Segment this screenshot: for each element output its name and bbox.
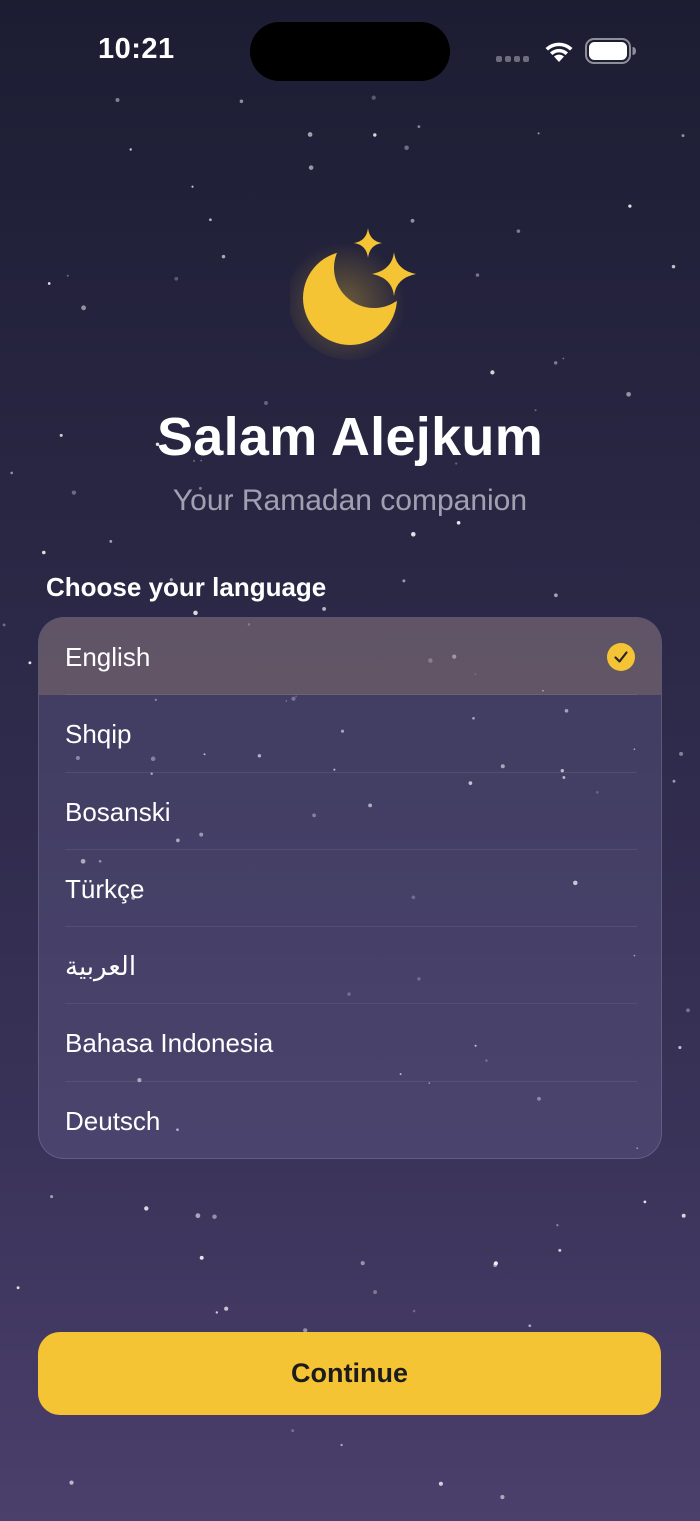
status-time: 10:21 — [98, 33, 175, 65]
language-option-label: Shqip — [65, 719, 132, 750]
continue-button[interactable]: Continue — [38, 1332, 661, 1415]
language-option-turkce[interactable]: Türkçe — [39, 850, 661, 928]
star — [2, 623, 6, 627]
star — [678, 1045, 682, 1050]
star — [672, 779, 676, 783]
star — [322, 606, 327, 611]
star — [209, 218, 212, 222]
star — [307, 132, 313, 137]
star — [191, 185, 194, 188]
language-list: English Shqip Bosanski Türkçe العربية Ba… — [38, 617, 662, 1159]
star — [195, 1213, 201, 1219]
language-option-label: Türkçe — [65, 873, 145, 904]
language-option-bahasa-indonesia[interactable]: Bahasa Indonesia — [39, 1004, 661, 1082]
star — [239, 99, 244, 104]
star — [144, 1206, 149, 1211]
star — [556, 1224, 559, 1227]
star — [438, 1481, 443, 1486]
star — [360, 1261, 365, 1266]
star — [109, 540, 113, 543]
language-option-arabic[interactable]: العربية — [39, 927, 661, 1005]
status-bar: 10:21 — [0, 0, 700, 100]
checkmark-icon — [607, 643, 635, 671]
star — [628, 204, 632, 208]
language-option-deutsch[interactable]: Deutsch — [39, 1082, 661, 1158]
star — [129, 148, 132, 151]
app-subtitle: Your Ramadan companion — [172, 484, 528, 517]
star — [42, 550, 46, 555]
star — [411, 532, 416, 537]
star — [562, 357, 565, 360]
star — [681, 1213, 686, 1218]
star — [47, 282, 51, 285]
moon-stars-icon — [290, 228, 416, 360]
language-option-label: English — [65, 642, 151, 672]
star — [553, 361, 558, 365]
star — [475, 273, 480, 277]
star — [679, 751, 684, 756]
star — [212, 1214, 217, 1219]
star — [308, 165, 314, 170]
star — [558, 1248, 562, 1252]
star — [69, 1480, 74, 1485]
star — [490, 370, 495, 375]
dynamic-island — [250, 22, 450, 81]
star — [681, 134, 685, 138]
language-option-english[interactable]: English — [39, 618, 661, 696]
language-option-label: العربية — [65, 951, 137, 982]
continue-button-label: Continue — [291, 1358, 408, 1388]
star — [10, 471, 13, 475]
star — [340, 1443, 343, 1447]
star — [174, 276, 179, 281]
star — [417, 125, 421, 128]
language-option-label: Bosanski — [65, 796, 171, 827]
star — [537, 132, 540, 135]
star — [221, 254, 226, 259]
star — [554, 593, 558, 598]
language-section-label: Choose your language — [46, 572, 327, 602]
star — [81, 305, 86, 311]
star — [402, 579, 406, 583]
star — [199, 1255, 204, 1260]
star — [528, 1324, 532, 1328]
star — [404, 145, 409, 151]
star — [671, 264, 676, 269]
language-option-label: Bahasa Indonesia — [65, 1028, 274, 1059]
star — [264, 401, 268, 405]
language-option-bosanski[interactable]: Bosanski — [39, 773, 661, 850]
star — [373, 133, 377, 137]
star — [643, 1200, 647, 1204]
star — [291, 1429, 295, 1433]
battery-icon — [585, 38, 636, 64]
star — [224, 1306, 229, 1311]
signal-icon — [496, 56, 529, 62]
star — [66, 274, 69, 277]
star — [456, 520, 461, 525]
language-option-label: Deutsch — [65, 1105, 161, 1136]
star — [215, 1311, 218, 1314]
star — [28, 661, 32, 665]
language-option-shqip[interactable]: Shqip — [39, 695, 661, 773]
star — [493, 1261, 498, 1266]
app-title: Salam Alejkum — [156, 407, 544, 467]
star — [686, 1008, 690, 1013]
star — [16, 1286, 20, 1290]
star — [516, 229, 521, 233]
star — [50, 1195, 54, 1199]
star — [626, 391, 631, 397]
star — [193, 610, 198, 616]
star — [373, 1290, 378, 1295]
star — [412, 1309, 416, 1313]
wifi-icon — [545, 42, 573, 62]
star — [500, 1495, 505, 1500]
